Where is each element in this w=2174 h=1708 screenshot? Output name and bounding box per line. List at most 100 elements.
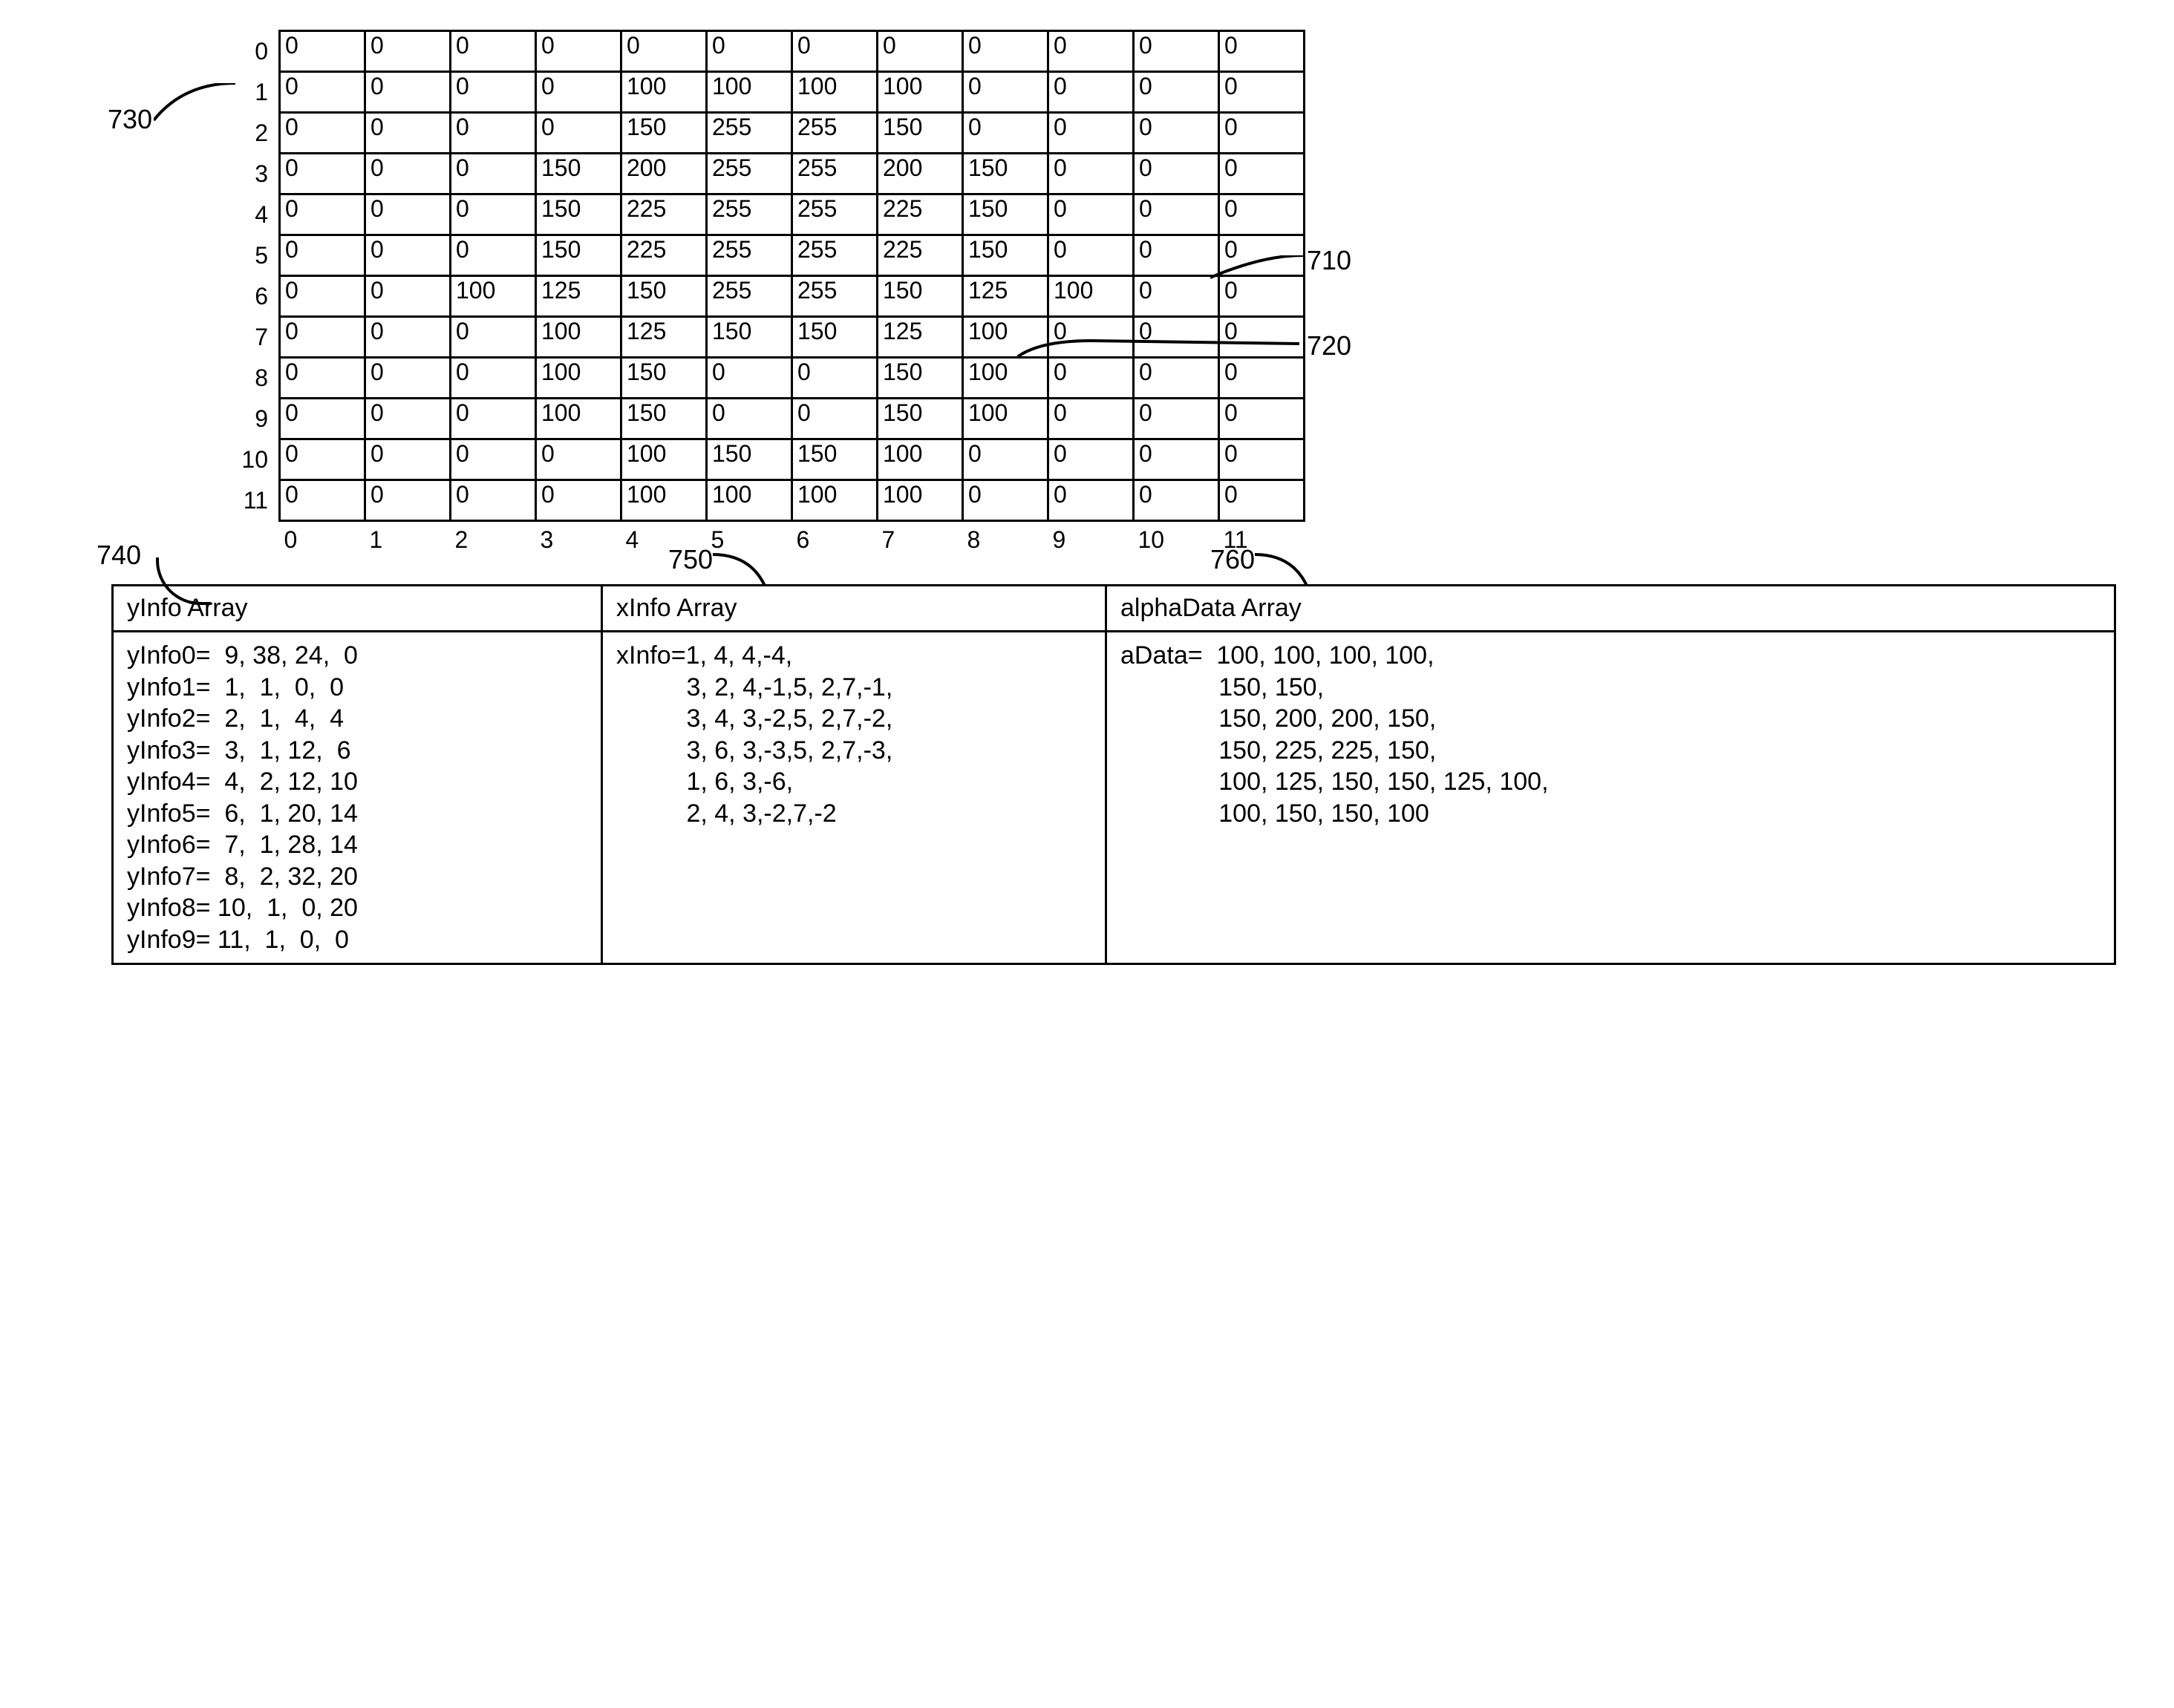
grid-cell: 0 — [792, 399, 878, 439]
grid-cell: 255 — [707, 113, 792, 154]
grid-cell: 0 — [280, 235, 365, 276]
grid-row: 200001502552551500000 — [223, 113, 1305, 154]
grid-cell: 0 — [1219, 358, 1305, 399]
grid-cell: 150 — [536, 154, 621, 194]
grid-cell: 150 — [792, 439, 878, 480]
grid-cell: 255 — [707, 235, 792, 276]
grid-cell: 0 — [1219, 480, 1305, 521]
grid-row: 0000000000000 — [223, 31, 1305, 72]
grid-cell: 0 — [365, 480, 451, 521]
grid-cell: 100 — [1048, 276, 1134, 317]
grid-cell: 225 — [878, 235, 963, 276]
grid-cell: 0 — [280, 399, 365, 439]
grid-cell: 0 — [536, 31, 621, 72]
row-label: 8 — [223, 358, 280, 399]
col-label: 0 — [280, 521, 365, 555]
grid-cell: 0 — [451, 31, 536, 72]
grid-cell: 150 — [621, 276, 707, 317]
grid-cell: 150 — [792, 317, 878, 358]
grid-cell: 0 — [280, 154, 365, 194]
grid-cell: 0 — [365, 113, 451, 154]
grid-cell: 0 — [963, 72, 1048, 113]
row-label: 3 — [223, 154, 280, 194]
grid-cell: 150 — [621, 358, 707, 399]
callout-760-text: 760 — [1210, 544, 1255, 575]
callout-750: 750 — [668, 544, 713, 575]
grid-cell: 150 — [707, 439, 792, 480]
grid-cell: 100 — [621, 439, 707, 480]
grid-cell: 0 — [1134, 439, 1219, 480]
grid-cell: 0 — [963, 113, 1048, 154]
grid-cell: 150 — [707, 317, 792, 358]
grid-cell: 0 — [280, 194, 365, 235]
grid-cell: 150 — [963, 235, 1048, 276]
grid-row: 100001001001001000000 — [223, 72, 1305, 113]
grid-cell: 225 — [621, 235, 707, 276]
col-label: 6 — [792, 521, 878, 555]
grid-cell: 0 — [536, 72, 621, 113]
grid-cell: 0 — [963, 31, 1048, 72]
row-label: 0 — [223, 31, 280, 72]
grid-cell: 0 — [1219, 194, 1305, 235]
col-label: 7 — [878, 521, 963, 555]
grid-cell: 125 — [536, 276, 621, 317]
grid-cell: 0 — [1134, 399, 1219, 439]
grid-cell: 255 — [707, 154, 792, 194]
grid-cell: 200 — [621, 154, 707, 194]
grid-cell: 125 — [621, 317, 707, 358]
grid-cell: 0 — [365, 194, 451, 235]
grid-cell: 100 — [963, 358, 1048, 399]
adata-cell: aData= 100, 100, 100, 100, 150, 150, 150… — [1106, 632, 2115, 964]
row-label: 7 — [223, 317, 280, 358]
grid-cell: 0 — [451, 113, 536, 154]
row-label: 9 — [223, 399, 280, 439]
grid-cell: 100 — [878, 480, 963, 521]
grid-cell: 100 — [536, 317, 621, 358]
callout-730: 730 — [108, 104, 152, 135]
grid-cell: 150 — [878, 113, 963, 154]
arrays-region: 740 750 760 yInfo Array xInfo Array alph… — [111, 584, 2109, 965]
grid-cell: 0 — [280, 72, 365, 113]
grid-cell: 255 — [792, 276, 878, 317]
grid-cell: 0 — [1219, 399, 1305, 439]
grid-cell: 150 — [878, 276, 963, 317]
grid-cell: 150 — [878, 399, 963, 439]
grid-cell: 0 — [451, 439, 536, 480]
grid-cell: 0 — [1048, 235, 1134, 276]
callout-760-leader — [1255, 549, 1329, 593]
callout-710-text: 710 — [1307, 245, 1351, 275]
callout-720: 720 — [1307, 330, 1351, 361]
grid-cell: 0 — [280, 317, 365, 358]
grid-cell: 225 — [621, 194, 707, 235]
callout-730-leader — [154, 83, 243, 128]
grid-cell: 0 — [451, 480, 536, 521]
grid-cell: 0 — [365, 439, 451, 480]
grid-cell: 255 — [792, 154, 878, 194]
grid-cell: 100 — [536, 399, 621, 439]
grid-cell: 100 — [792, 480, 878, 521]
grid-cell: 0 — [1134, 154, 1219, 194]
grid-cell: 0 — [451, 194, 536, 235]
grid-cell: 0 — [280, 113, 365, 154]
grid-row: 5000150225255255225150000 — [223, 235, 1305, 276]
grid-cell: 0 — [1048, 72, 1134, 113]
col-label: 2 — [451, 521, 536, 555]
row-label: 11 — [223, 480, 280, 521]
grid-cell: 0 — [1134, 480, 1219, 521]
grid-cell: 0 — [536, 439, 621, 480]
grid-cell: 150 — [878, 358, 963, 399]
grid-cell: 0 — [280, 276, 365, 317]
grid-cell: 100 — [963, 399, 1048, 439]
grid-cell: 150 — [963, 194, 1048, 235]
grid-cell: 0 — [1219, 439, 1305, 480]
callout-720-text: 720 — [1307, 330, 1351, 361]
grid-cell: 0 — [1134, 31, 1219, 72]
grid-row: 4000150225255255225150000 — [223, 194, 1305, 235]
yinfo-content: yInfo0= 9, 38, 24, 0 yInfo1= 1, 1, 0, 0 … — [127, 640, 587, 955]
grid-cell: 0 — [1134, 276, 1219, 317]
yinfo-cell: yInfo0= 9, 38, 24, 0 yInfo1= 1, 1, 0, 0 … — [113, 632, 602, 964]
grid-cell: 0 — [1048, 480, 1134, 521]
grid-cell: 0 — [792, 31, 878, 72]
grid-row: 1000001001501501000000 — [223, 439, 1305, 480]
xinfo-content: xInfo=1, 4, 4,-4, 3, 2, 4,-1,5, 2,7,-1, … — [616, 640, 1091, 829]
